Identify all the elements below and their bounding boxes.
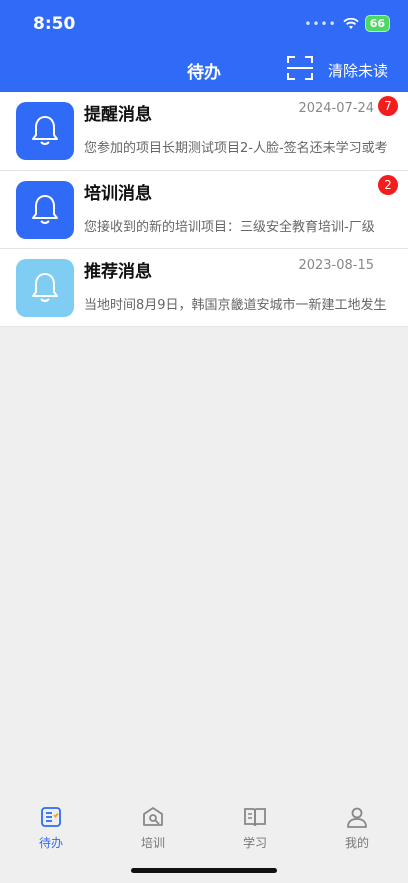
user-icon	[347, 807, 367, 828]
message-preview: 您参加的项目长期测试项目2-人脸-签名还未学习或考	[84, 141, 388, 156]
bell-icon	[32, 116, 58, 145]
status-icons: •••• 66	[304, 15, 390, 32]
message-preview: 您接收到的新的培训项目：三级安全教育培训-厂级	[84, 219, 375, 235]
tab-label: 学习	[242, 836, 267, 850]
message-title: 提醒消息	[84, 105, 152, 125]
message-date: 2023-08-15	[298, 258, 374, 273]
tab-label: 培训	[140, 836, 165, 850]
tab-label: 待办	[38, 836, 63, 850]
top-header: 8:50 •••• 66 待办 清除未读	[0, 0, 408, 92]
signal-icon: ••••	[304, 16, 337, 31]
tab-mine[interactable]: 我的	[327, 806, 387, 851]
wifi-icon	[343, 17, 359, 29]
battery-indicator: 66	[364, 15, 390, 32]
home-indicator	[131, 868, 277, 873]
unread-badge: 7	[378, 96, 398, 116]
recommend-icon-box	[16, 259, 74, 317]
tab-todo[interactable]: 待办	[21, 806, 81, 851]
tab-study[interactable]: 学习	[225, 806, 285, 851]
reminder-icon-box	[16, 102, 74, 160]
message-title: 推荐消息	[84, 262, 152, 282]
message-item-training[interactable]: 培训消息 2 您接收到的新的培训项目：三级安全教育培训-厂级	[0, 171, 408, 249]
todo-icon	[41, 807, 61, 827]
tab-training[interactable]: 培训	[123, 806, 183, 851]
message-item-reminder[interactable]: 提醒消息 2024-07-24 7 您参加的项目长期测试项目2-人脸-签名还未学…	[0, 92, 408, 171]
message-date: 2024-07-24	[298, 101, 374, 116]
training-icon-box	[16, 180, 74, 239]
message-list: 提醒消息 2024-07-24 7 您参加的项目长期测试项目2-人脸-签名还未学…	[0, 92, 408, 327]
clear-unread-button[interactable]: 清除未读	[328, 60, 388, 81]
message-item-recommend[interactable]: 推荐消息 2023-08-15 当地时间8月9日，韩国京畿道安城市一新建工地发生	[0, 249, 408, 327]
book-icon	[244, 808, 266, 827]
bell-icon	[32, 273, 58, 302]
status-time: 8:50	[33, 14, 76, 34]
scan-icon[interactable]	[287, 56, 313, 80]
bell-icon	[32, 194, 58, 224]
unread-badge: 2	[378, 174, 398, 195]
tab-label: 我的	[344, 836, 369, 850]
training-icon	[143, 807, 163, 826]
message-title: 培训消息	[84, 183, 152, 204]
message-preview: 当地时间8月9日，韩国京畿道安城市一新建工地发生	[84, 298, 387, 313]
